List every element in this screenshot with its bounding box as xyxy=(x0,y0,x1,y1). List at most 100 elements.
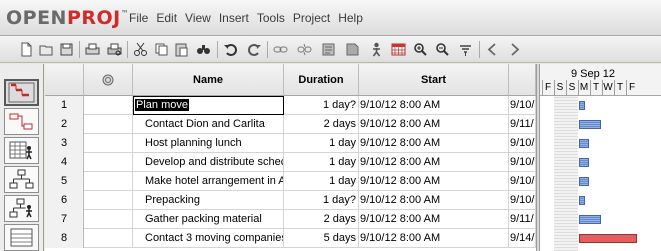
start-cell[interactable]: 9/10/12 8:00 AM xyxy=(359,115,509,134)
save-icon[interactable] xyxy=(58,41,75,58)
task-name-cell[interactable]: Plan move xyxy=(133,96,284,115)
table-row[interactable]: 5 Make hotel arrangement in A 1 day 9/10… xyxy=(45,172,536,191)
menu-edit[interactable]: Edit xyxy=(156,11,177,25)
finish-cell[interactable]: 9/10/ xyxy=(509,191,536,210)
report-view-icon[interactable] xyxy=(4,224,39,251)
finish-cell[interactable]: 9/11/ xyxy=(509,115,536,134)
zoom-out-icon[interactable] xyxy=(434,41,451,58)
table-row[interactable]: 8 Contact 3 moving companies 5 days 9/10… xyxy=(45,229,536,248)
indicator-cell[interactable] xyxy=(84,191,133,210)
task-name-cell[interactable]: Develop and distribute schec xyxy=(133,153,284,172)
print-preview-icon[interactable] xyxy=(106,41,123,58)
task-name-editor[interactable]: Plan move xyxy=(135,99,189,111)
gantt-bar[interactable] xyxy=(579,139,589,148)
gantt-bar[interactable] xyxy=(579,215,601,224)
menu-project[interactable]: Project xyxy=(293,11,330,25)
column-header-finish[interactable] xyxy=(509,64,536,96)
wbs-view-icon[interactable] xyxy=(4,166,39,193)
notes-icon[interactable] xyxy=(344,41,361,58)
task-info-icon[interactable] xyxy=(320,41,337,58)
undo-icon[interactable] xyxy=(222,41,239,58)
start-cell[interactable]: 9/10/12 8:00 AM xyxy=(359,134,509,153)
finish-cell[interactable]: 9/14/ xyxy=(509,229,536,248)
scroll-right-icon[interactable] xyxy=(506,41,523,58)
table-row[interactable]: 3 Host planning lunch 1 day 9/10/12 8:00… xyxy=(45,134,536,153)
column-header-row-number[interactable] xyxy=(45,64,84,96)
task-name-cell[interactable]: Prepacking xyxy=(133,191,284,210)
column-header-indicators[interactable] xyxy=(84,64,133,96)
table-row[interactable]: 1 Plan move 1 day? 9/10/12 8:00 AM 9/10/ xyxy=(45,96,536,115)
gantt-bar[interactable] xyxy=(579,196,585,205)
table-row[interactable]: 4 Develop and distribute schec 1 day 9/1… xyxy=(45,153,536,172)
start-cell[interactable]: 9/10/12 8:00 AM xyxy=(359,210,509,229)
finish-cell[interactable]: 9/10/ xyxy=(509,153,536,172)
duration-cell[interactable]: 1 day xyxy=(284,153,359,172)
menu-file[interactable]: File xyxy=(129,11,148,25)
open-folder-icon[interactable] xyxy=(38,41,55,58)
column-header-start[interactable]: Start xyxy=(359,64,509,96)
find-icon[interactable] xyxy=(195,41,212,58)
duration-cell[interactable]: 1 day? xyxy=(284,191,359,210)
table-row[interactable]: 7 Gather packing material 2 days 9/10/12… xyxy=(45,210,536,229)
start-cell[interactable]: 9/10/12 8:00 AM xyxy=(359,229,509,248)
task-name-cell[interactable]: Host planning lunch xyxy=(133,134,284,153)
gantt-bar[interactable] xyxy=(579,234,637,243)
duration-cell[interactable]: 1 day xyxy=(284,172,359,191)
indicator-cell[interactable] xyxy=(84,96,133,115)
task-name-cell[interactable]: Gather packing material xyxy=(133,210,284,229)
indicator-cell[interactable] xyxy=(84,153,133,172)
link-icon[interactable] xyxy=(272,41,289,58)
indicator-cell[interactable] xyxy=(84,210,133,229)
cut-icon[interactable] xyxy=(132,41,149,58)
rbs-view-icon[interactable] xyxy=(4,195,39,222)
duration-cell[interactable]: 1 day? xyxy=(284,96,359,115)
duration-cell[interactable]: 1 day xyxy=(284,134,359,153)
gantt-bar[interactable] xyxy=(579,101,585,110)
network-view-icon[interactable] xyxy=(4,108,39,135)
filter-icon[interactable] xyxy=(457,41,474,58)
indicator-cell[interactable] xyxy=(84,115,133,134)
copy-icon[interactable] xyxy=(153,41,170,58)
gantt-bar[interactable] xyxy=(579,120,601,129)
indicator-cell[interactable] xyxy=(84,172,133,191)
calendar-icon[interactable] xyxy=(390,41,407,58)
gantt-bar[interactable] xyxy=(579,158,589,167)
task-name-cell[interactable]: Contact 3 moving companies xyxy=(133,229,284,248)
resources-view-icon[interactable] xyxy=(4,137,39,164)
paste-icon[interactable] xyxy=(173,41,190,58)
gantt-view-icon[interactable] xyxy=(4,79,39,106)
duration-cell[interactable]: 5 days xyxy=(284,229,359,248)
scroll-left-icon[interactable] xyxy=(484,41,501,58)
menu-insert[interactable]: Insert xyxy=(219,11,249,25)
redo-icon[interactable] xyxy=(246,41,263,58)
table-row[interactable]: 2 Contact Dion and Carlita 2 days 9/10/1… xyxy=(45,115,536,134)
menu-help[interactable]: Help xyxy=(338,11,363,25)
row-number: 2 xyxy=(45,115,84,134)
finish-cell[interactable]: 9/10/ xyxy=(509,134,536,153)
resource-icon[interactable] xyxy=(368,41,385,58)
start-cell[interactable]: 9/10/12 8:00 AM xyxy=(359,172,509,191)
unlink-icon[interactable] xyxy=(296,41,313,58)
menu-view[interactable]: View xyxy=(185,11,211,25)
print-icon[interactable] xyxy=(84,41,101,58)
start-cell[interactable]: 9/10/12 8:00 AM xyxy=(359,96,509,115)
gantt-bar[interactable] xyxy=(579,177,589,186)
column-header-name[interactable]: Name xyxy=(133,64,284,96)
start-cell[interactable]: 9/10/12 8:00 AM xyxy=(359,153,509,172)
duration-cell[interactable]: 2 days xyxy=(284,115,359,134)
new-file-icon[interactable] xyxy=(18,41,35,58)
indicator-cell[interactable] xyxy=(84,134,133,153)
duration-cell[interactable]: 2 days xyxy=(284,210,359,229)
finish-cell[interactable]: 9/10/ xyxy=(509,96,536,115)
task-name-cell[interactable]: Contact Dion and Carlita xyxy=(133,115,284,134)
finish-cell[interactable]: 9/10/ xyxy=(509,172,536,191)
table-row[interactable]: 6 Prepacking 1 day? 9/10/12 8:00 AM 9/10… xyxy=(45,191,536,210)
finish-cell[interactable]: 9/11/ xyxy=(509,210,536,229)
task-name-cell[interactable]: Make hotel arrangement in A xyxy=(133,172,284,191)
column-header-duration[interactable]: Duration xyxy=(284,64,359,96)
menu-tools[interactable]: Tools xyxy=(257,11,285,25)
day-label: F xyxy=(544,82,552,93)
start-cell[interactable]: 9/10/12 8:00 AM xyxy=(359,191,509,210)
indicator-cell[interactable] xyxy=(84,229,133,248)
zoom-in-icon[interactable] xyxy=(412,41,429,58)
